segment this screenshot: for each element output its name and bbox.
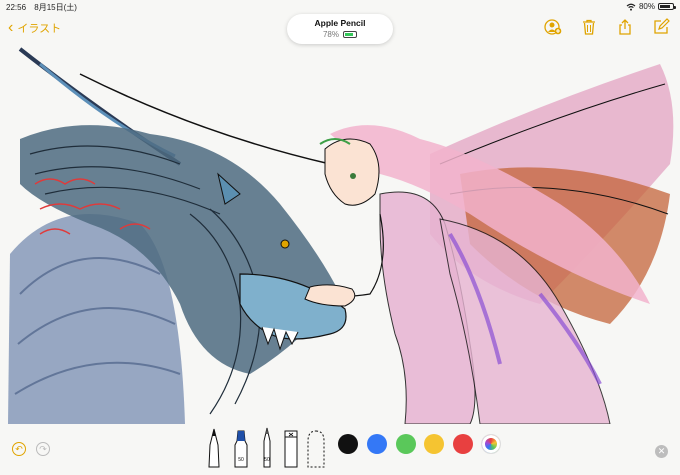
pencil-name: Apple Pencil [314,18,366,28]
back-button[interactable]: ‹ イラスト [8,20,61,36]
trash-icon[interactable] [580,18,598,36]
close-icon[interactable]: ✕ [655,445,668,458]
share-icon[interactable] [616,18,634,36]
wifi-icon [626,3,636,11]
undo-icon[interactable]: ↶ [12,442,26,456]
pen-tool[interactable] [205,427,223,469]
pencil-tool[interactable]: 50 [258,427,276,469]
color-green[interactable] [396,434,416,454]
drawing-toolbar: ↶ ↷ 50 50 ✕ [0,424,680,475]
illustration-drawing [8,47,674,425]
chevron-left-icon: ‹ [8,19,14,36]
color-red[interactable] [453,434,473,454]
status-date: 8月15日(土) [34,3,77,12]
color-picker-icon[interactable] [481,434,501,454]
pencil-battery-percent: 78% [322,30,339,39]
redo-icon[interactable]: ↷ [36,442,50,456]
battery-icon [658,3,676,10]
status-bar: 22:56 8月15日(土) 80% [0,0,680,14]
color-blue[interactable] [367,434,387,454]
pencil-battery-icon [343,31,357,38]
nav-actions [544,18,670,36]
status-battery-percent: 80% [638,2,655,11]
color-yellow[interactable] [424,434,444,454]
lasso-tool[interactable] [306,427,326,469]
add-person-icon[interactable] [544,18,562,36]
status-time: 22:56 [6,3,27,12]
marker-tool[interactable]: 50 [232,427,250,469]
back-button-label: イラスト [17,23,62,35]
pencil-battery-popover: Apple Pencil 78% [287,14,393,44]
eraser-tool[interactable] [282,427,300,469]
compose-icon[interactable] [652,18,670,36]
marker-size-label: 50 [238,457,244,463]
pencil-size-label: 50 [264,457,270,463]
color-black[interactable] [338,434,358,454]
drawing-canvas[interactable] [0,44,680,425]
